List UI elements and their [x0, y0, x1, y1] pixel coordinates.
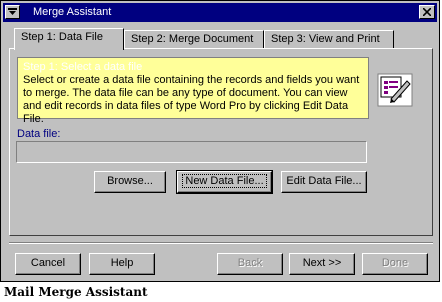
edit-data-file-button-label: Edit Data File... [286, 175, 362, 187]
cancel-button[interactable]: Cancel [15, 253, 81, 275]
cancel-button-label: Cancel [30, 257, 66, 269]
back-button[interactable]: Back [217, 253, 283, 275]
new-data-file-button-label: New Data File... [182, 174, 267, 188]
separator [9, 242, 433, 244]
instructions-heading: Step 1: Select a data file [23, 61, 143, 73]
back-button-label: Back [237, 257, 263, 269]
tab-label: Step 3: View and Print [271, 33, 380, 45]
data-file-label: Data file: [17, 128, 61, 140]
new-data-file-button[interactable]: New Data File... [176, 170, 273, 194]
help-button[interactable]: Help [89, 253, 155, 275]
help-button-label: Help [110, 257, 134, 269]
instructions-text: Select or create a data file containing … [23, 74, 360, 125]
close-icon [423, 8, 431, 16]
browse-button-label: Browse... [107, 175, 153, 187]
tab-label: Step 2: Merge Document [131, 33, 254, 45]
done-button[interactable]: Done [362, 253, 428, 275]
system-menu-button[interactable] [5, 5, 20, 19]
tab-label: Step 1: Data File [21, 31, 103, 43]
system-menu-icon [8, 8, 17, 15]
merge-assistant-dialog: Merge Assistant Step 1: Data File Step 2… [0, 0, 440, 282]
tab-step2-merge-document[interactable]: Step 2: Merge Document [124, 30, 264, 48]
next-button-label: Next >> [302, 257, 342, 269]
tab-step1-data-file[interactable]: Step 1: Data File [14, 28, 124, 50]
done-button-label: Done [381, 257, 409, 269]
figure-caption: Mail Merge Assistant [4, 285, 148, 299]
tab-step3-view-and-print[interactable]: Step 3: View and Print [264, 30, 394, 48]
merge-document-icon [377, 73, 413, 107]
edit-data-file-button[interactable]: Edit Data File... [281, 171, 367, 193]
close-button[interactable] [419, 5, 435, 19]
browse-button[interactable]: Browse... [94, 171, 166, 193]
title-bar[interactable]: Merge Assistant [3, 3, 437, 22]
next-button[interactable]: Next >> [289, 253, 355, 275]
window-title: Merge Assistant [33, 6, 112, 18]
data-file-input[interactable] [16, 141, 367, 163]
instructions-box: Step 1: Select a data file Select or cre… [17, 57, 369, 125]
